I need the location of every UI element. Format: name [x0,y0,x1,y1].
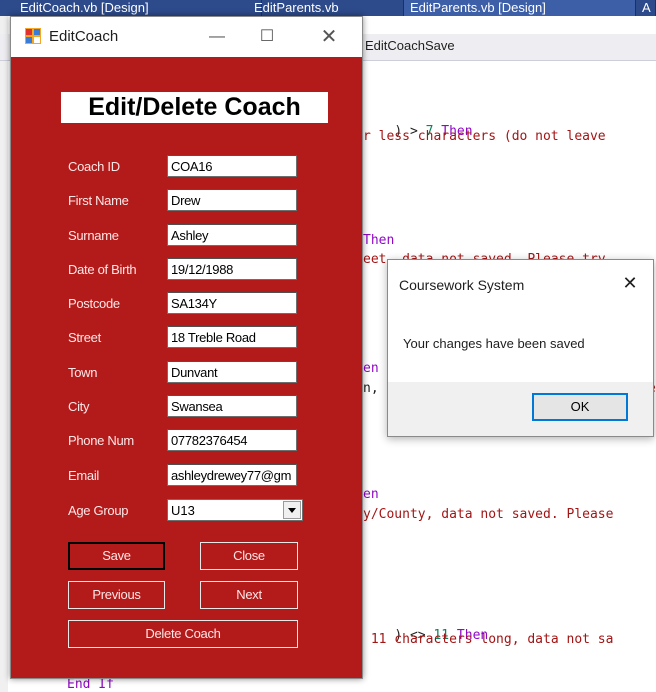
dialog-footer: OK [388,382,653,436]
delete-coach-button[interactable]: Delete Coach [68,620,298,648]
maximize-icon[interactable]: ☐ [249,23,285,51]
ide-tab-editparents-code[interactable]: EditParents.vb [248,0,404,16]
label-town: Town [68,365,98,380]
dialog-close-icon[interactable]: ✕ [614,268,646,298]
email-field[interactable]: ashleydrewey77@gm [167,464,297,486]
form-heading: Edit/Delete Coach [61,92,328,123]
surname-field[interactable]: Ashley [167,224,297,246]
label-phone-num: Phone Num [68,433,134,448]
label-postcode: Postcode [68,296,120,311]
code-line-message-1: r less characters (do not leave [363,129,606,144]
label-coach-id: Coach ID [68,159,120,174]
street-field[interactable]: 18 Treble Road [167,326,297,348]
ok-button[interactable]: OK [532,393,628,421]
code-line-then-1: Then [363,233,395,248]
previous-button[interactable]: Previous [68,581,165,609]
close-window-icon[interactable]: ✕ [311,23,347,51]
ide-method-dropdown[interactable]: EditCoachSave [365,38,455,53]
label-city: City [68,399,90,414]
code-line-then-3: en [363,487,379,502]
age-group-value: U13 [171,503,195,518]
code-line-then-2: en [363,361,379,376]
edit-coach-window: EditCoach — ☐ ✕ Edit/Delete Coach Coach … [10,16,363,679]
label-surname: Surname [68,228,119,243]
code-line-message-5: 11 characters long, data not sa [363,632,614,647]
next-button[interactable]: Next [200,581,298,609]
label-email: Email [68,468,100,483]
code-line-message-4: y/County, data not saved. Please [363,507,614,522]
label-age-group: Age Group [68,503,129,518]
dropdown-arrow-button[interactable] [283,501,301,519]
dialog-title: Coursework System [399,277,525,293]
town-field[interactable]: Dunvant [167,361,297,383]
dialog-message: Your changes have been saved [403,336,585,351]
city-field[interactable]: Swansea [167,395,297,417]
window-title: EditCoach [49,28,119,45]
label-date-of-birth: Date of Birth [68,262,137,277]
code-line-message-3: n, [363,381,379,396]
label-first-name: First Name [68,193,129,208]
ide-tab-more[interactable]: A [636,0,656,16]
code-line-end-if: End If [67,677,114,692]
label-street: Street [68,330,101,345]
chevron-down-icon [288,508,296,513]
window-titlebar[interactable]: EditCoach — ☐ ✕ [11,17,362,57]
coach-id-field[interactable]: COA16 [167,155,297,177]
form-app-icon [25,28,41,44]
message-dialog: Coursework System ✕ Your changes have be… [387,259,654,437]
phone-num-field[interactable]: 07782376454 [167,429,297,451]
ide-tab-editcoach-design[interactable]: EditCoach.vb [Design] [14,0,262,16]
close-button[interactable]: Close [200,542,298,570]
postcode-field[interactable]: SA134Y [167,292,297,314]
age-group-select[interactable]: U13 [167,499,303,521]
ide-tab-editparents-design[interactable]: EditParents.vb [Design] [404,0,636,16]
ide-gutter [0,16,8,692]
minimize-icon[interactable]: — [199,23,235,51]
ide-tab-strip: EditCoach.vb [Design] EditParents.vb Edi… [0,0,656,16]
save-button[interactable]: Save [68,542,165,570]
first-name-field[interactable]: Drew [167,189,297,211]
date-of-birth-field[interactable]: 19/12/1988 [167,258,297,280]
